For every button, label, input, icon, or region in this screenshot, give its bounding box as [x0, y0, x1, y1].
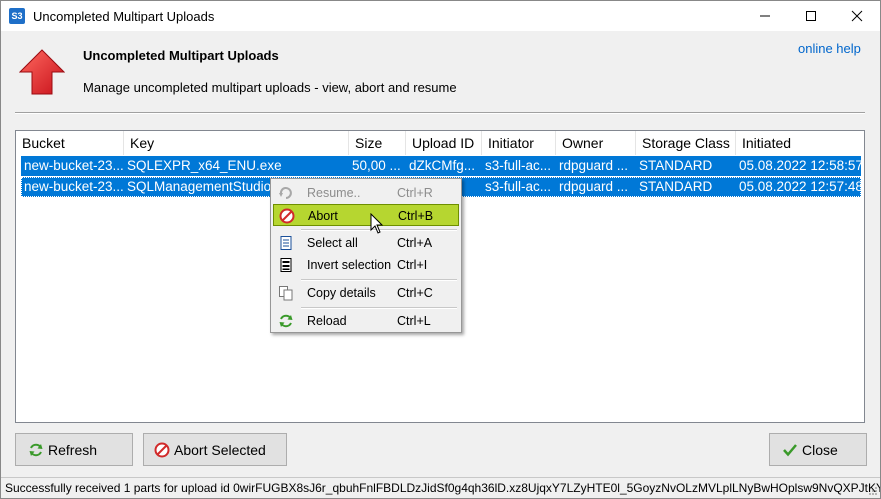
menu-item-abort[interactable]: Abort Ctrl+B	[273, 204, 459, 226]
table-row[interactable]: new-bucket-23... SQLEXPR_x64_ENU.exe 50,…	[21, 156, 861, 176]
header-title: Uncompleted Multipart Uploads	[83, 48, 279, 63]
online-help-link[interactable]: online help	[798, 41, 861, 56]
cell-key: SQLEXPR_x64_ENU.exe	[127, 158, 282, 173]
menu-item-shortcut: Ctrl+L	[397, 314, 431, 328]
maximize-icon	[806, 11, 816, 21]
minimize-icon	[760, 15, 770, 17]
abort-icon	[279, 208, 295, 224]
cell-upload-id: dZkCMfg...	[409, 158, 476, 173]
cell-size: 50,00 ...	[352, 158, 401, 173]
cell-initiated: 05.08.2022 12:57:48	[739, 179, 861, 194]
status-text: Successfully received 1 parts for upload…	[5, 481, 880, 495]
menu-item-select-all[interactable]: Select all Ctrl+A	[273, 232, 459, 254]
menu-separator	[301, 279, 457, 281]
close-button-label: Close	[802, 442, 838, 458]
maximize-button[interactable]	[788, 1, 834, 31]
menu-item-reload[interactable]: Reload Ctrl+L	[273, 310, 459, 332]
cell-initiator: s3-full-ac...	[485, 158, 552, 173]
refresh-button[interactable]: Refresh	[15, 433, 133, 466]
menu-item-copy-details[interactable]: Copy details Ctrl+C	[273, 282, 459, 304]
menu-item-label: Invert selection	[307, 258, 392, 272]
cell-owner: rdpguard ...	[559, 158, 629, 173]
menu-item-shortcut: Ctrl+R	[397, 186, 433, 200]
context-menu: Resume.. Ctrl+R Abort Ctrl+B Select all …	[270, 178, 462, 333]
resume-icon	[279, 187, 292, 199]
menu-item-label: Reload	[307, 314, 347, 328]
header-subtitle: Manage uncompleted multipart uploads - v…	[83, 80, 457, 95]
cell-initiated: 05.08.2022 12:58:57	[739, 158, 861, 173]
header-separator	[15, 112, 865, 114]
copy-icon	[279, 286, 293, 301]
reload-icon	[279, 314, 293, 328]
refresh-button-label: Refresh	[48, 442, 98, 458]
select-all-icon	[280, 236, 292, 250]
refresh-icon	[29, 443, 43, 457]
app-icon: S3	[9, 8, 25, 24]
column-header-owner[interactable]: Owner	[556, 131, 636, 155]
close-button[interactable]: Close	[769, 433, 867, 466]
mouse-cursor-icon	[370, 213, 384, 234]
cell-owner: rdpguard ...	[559, 179, 629, 194]
cell-bucket: new-bucket-23...	[24, 179, 124, 194]
close-window-button[interactable]	[834, 1, 880, 31]
window: S3 Uncompleted Multipart Uploads Uncompl…	[0, 0, 881, 499]
column-header-initiator[interactable]: Initiator	[482, 131, 556, 155]
minimize-button[interactable]	[742, 1, 788, 31]
menu-item-resume[interactable]: Resume.. Ctrl+R	[273, 182, 459, 204]
abort-selected-button[interactable]: Abort Selected	[143, 433, 287, 466]
column-header-storage-class[interactable]: Storage Class	[636, 131, 736, 155]
cell-storage-class: STANDARD	[639, 179, 713, 194]
checkmark-icon	[783, 444, 797, 457]
cell-initiator: s3-full-ac...	[485, 179, 552, 194]
cell-bucket: new-bucket-23...	[24, 158, 124, 173]
title-bar[interactable]: S3 Uncompleted Multipart Uploads	[1, 1, 880, 31]
column-header-bucket[interactable]: Bucket	[16, 131, 124, 155]
status-bar: Successfully received 1 parts for upload…	[1, 477, 880, 498]
abort-selected-button-label: Abort Selected	[174, 442, 266, 458]
menu-item-label: Abort	[308, 209, 338, 223]
menu-item-shortcut: Ctrl+B	[398, 209, 434, 223]
dialog-header: Uncompleted Multipart Uploads Manage unc…	[1, 31, 880, 107]
invert-selection-icon	[280, 258, 292, 272]
upload-arrow-icon	[19, 49, 65, 95]
menu-item-shortcut: Ctrl+I	[397, 258, 428, 272]
resize-grip-icon[interactable]	[868, 486, 878, 496]
menu-item-label: Select all	[307, 236, 358, 250]
close-icon	[851, 10, 863, 22]
window-title: Uncompleted Multipart Uploads	[33, 9, 215, 24]
menu-item-shortcut: Ctrl+A	[397, 236, 433, 250]
menu-item-invert-selection[interactable]: Invert selection Ctrl+I	[273, 254, 459, 276]
column-headers: Bucket Key Size Upload ID Initiator Owne…	[16, 131, 864, 155]
menu-item-label: Resume..	[307, 186, 361, 200]
menu-separator	[301, 307, 457, 309]
menu-item-shortcut: Ctrl+C	[397, 286, 433, 300]
abort-icon	[154, 442, 170, 458]
column-header-size[interactable]: Size	[349, 131, 406, 155]
column-header-upload-id[interactable]: Upload ID	[406, 131, 482, 155]
column-header-key[interactable]: Key	[124, 131, 349, 155]
column-header-initiated[interactable]: Initiated	[736, 131, 864, 155]
cell-storage-class: STANDARD	[639, 158, 713, 173]
menu-item-label: Copy details	[307, 286, 376, 300]
